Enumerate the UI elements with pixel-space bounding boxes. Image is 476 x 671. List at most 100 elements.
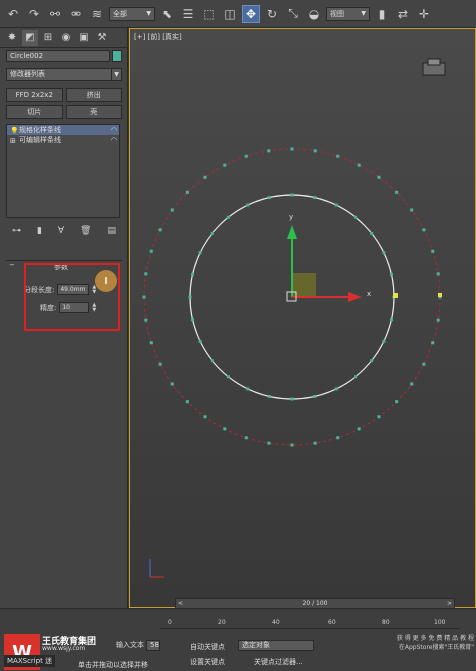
spline-vertex[interactable] (357, 163, 361, 167)
spline-vertex[interactable] (377, 415, 381, 419)
visibility-icon[interactable]: ◠ (111, 135, 117, 145)
spline-vertex[interactable] (313, 149, 317, 153)
spline-vertex[interactable] (203, 415, 207, 419)
spline-vertex[interactable] (313, 196, 317, 200)
spline-vertex[interactable] (422, 228, 426, 232)
spline-vertex[interactable] (377, 175, 381, 179)
unlink-icon[interactable]: ⚮ (67, 5, 85, 23)
spline-vertex[interactable] (389, 318, 393, 322)
spline-vertex[interactable] (188, 295, 192, 299)
spline-vertex[interactable] (436, 272, 440, 276)
select-move-icon[interactable]: ✥ (242, 4, 260, 23)
frame-field[interactable]: 58 (146, 640, 160, 651)
spline-vertex[interactable] (158, 362, 162, 366)
spline-vertex[interactable] (149, 249, 153, 253)
undo-icon[interactable]: ↶ (4, 5, 22, 23)
spline-vertex[interactable] (336, 154, 340, 158)
slice-button[interactable]: 切片 (6, 105, 63, 119)
spline-vertex[interactable] (382, 251, 386, 255)
spline-vertex[interactable] (246, 387, 250, 391)
link-icon[interactable]: ⚯ (46, 5, 64, 23)
redo-icon[interactable]: ↷ (25, 5, 43, 23)
spline-vertex[interactable] (334, 203, 338, 207)
spline-vertex[interactable] (267, 149, 271, 153)
auto-key-button[interactable]: 自动关键点 (190, 642, 225, 652)
spline-vertex[interactable] (395, 190, 399, 194)
mirror-icon[interactable]: ⇄ (394, 5, 412, 23)
spline-vertex[interactable] (267, 196, 271, 200)
spline-vertex[interactable] (382, 339, 386, 343)
spline-vertex[interactable] (370, 231, 374, 235)
spline-vertex[interactable] (290, 193, 294, 197)
expand-icon[interactable]: ⊞ (10, 136, 16, 146)
select-rotate-icon[interactable]: ↻ (263, 5, 281, 23)
spline-vertex[interactable] (246, 203, 250, 207)
snap-icon[interactable]: ◒ (305, 5, 323, 23)
pivot-center-icon[interactable]: ▮ (373, 5, 391, 23)
spline-vertex[interactable] (191, 272, 195, 276)
spline-vertex[interactable] (226, 375, 230, 379)
spline-vertex[interactable] (185, 190, 189, 194)
key-filters-button[interactable]: 关键点过滤器... (254, 657, 303, 667)
select-scale-icon[interactable]: ⤡ (284, 5, 302, 23)
spline-vertex[interactable] (267, 441, 271, 445)
selected-vertex[interactable] (393, 293, 398, 298)
spline-vertex[interactable] (158, 228, 162, 232)
selection-filter-dropdown[interactable]: 全部 ▼ (109, 6, 155, 21)
spline-vertex[interactable] (223, 427, 227, 431)
track-bar[interactable]: 0 20 40 60 80 100 (160, 611, 460, 629)
front-viewport[interactable]: [+] [前] [真实] y x (129, 28, 476, 608)
next-frame-icon[interactable]: > (447, 599, 452, 608)
spline-vertex[interactable] (267, 394, 271, 398)
pin-stack-icon[interactable]: ⊶ (12, 226, 21, 240)
spline-vertex[interactable] (210, 231, 214, 235)
stack-item-normalize-spline[interactable]: 💡 规格化样条线 ◠ (7, 125, 119, 135)
bind-spacewarp-icon[interactable]: ≋ (88, 5, 106, 23)
spline-vertex[interactable] (226, 215, 230, 219)
object-color-swatch[interactable] (112, 50, 122, 62)
modify-tab-icon[interactable]: ◩ (22, 29, 38, 46)
window-crossing-icon[interactable]: ◫ (221, 5, 239, 23)
show-end-result-icon[interactable]: ▮ (37, 226, 42, 240)
align-icon[interactable]: ✛ (415, 5, 433, 23)
spline-vertex[interactable] (290, 147, 294, 151)
spline-vertex[interactable] (334, 387, 338, 391)
spline-vertex[interactable] (336, 436, 340, 440)
spline-vertex[interactable] (144, 318, 148, 322)
spline-vertex[interactable] (290, 397, 294, 401)
spline-vertex[interactable] (170, 382, 174, 386)
create-tab-icon[interactable]: ✸ (4, 30, 20, 46)
gizmo-x-arrow-icon[interactable] (348, 292, 362, 302)
select-by-name-icon[interactable]: ☰ (179, 5, 197, 23)
prev-frame-icon[interactable]: < (178, 599, 183, 608)
rect-selection-icon[interactable]: ⬚ (200, 5, 218, 23)
remove-modifier-icon[interactable]: 🗑 (80, 226, 91, 240)
spline-vertex[interactable] (354, 215, 358, 219)
selected-vertex[interactable] (438, 293, 442, 297)
spline-vertex[interactable] (244, 436, 248, 440)
spline-vertex[interactable] (290, 443, 294, 447)
select-object-icon[interactable]: ⬉ (158, 5, 176, 23)
make-unique-icon[interactable]: ∀ (58, 226, 64, 240)
spline-vertex[interactable] (203, 175, 207, 179)
spline-vertex[interactable] (142, 295, 146, 299)
spline-vertex[interactable] (389, 272, 393, 276)
spline-vertex[interactable] (410, 208, 414, 212)
motion-tab-icon[interactable]: ◉ (58, 30, 74, 46)
spline-vertex[interactable] (185, 400, 189, 404)
spline-vertex[interactable] (410, 382, 414, 386)
maxscript-listener[interactable]: MAXScript 迷 (4, 655, 56, 667)
spline-vertex[interactable] (354, 375, 358, 379)
spline-vertex[interactable] (198, 339, 202, 343)
spline-vertex[interactable] (395, 400, 399, 404)
set-key-button[interactable]: 设置关键点 (190, 657, 225, 667)
spline-vertex[interactable] (370, 359, 374, 363)
spline-vertex[interactable] (431, 341, 435, 345)
spline-vertex[interactable] (149, 341, 153, 345)
spline-vertex[interactable] (191, 318, 195, 322)
spline-vertex[interactable] (170, 208, 174, 212)
key-mode-dropdown[interactable]: 选定对象 (238, 640, 314, 651)
spline-vertex[interactable] (210, 359, 214, 363)
extrude-button[interactable]: 挤出 (65, 88, 122, 102)
object-name-field[interactable]: Circle002 (6, 50, 110, 62)
